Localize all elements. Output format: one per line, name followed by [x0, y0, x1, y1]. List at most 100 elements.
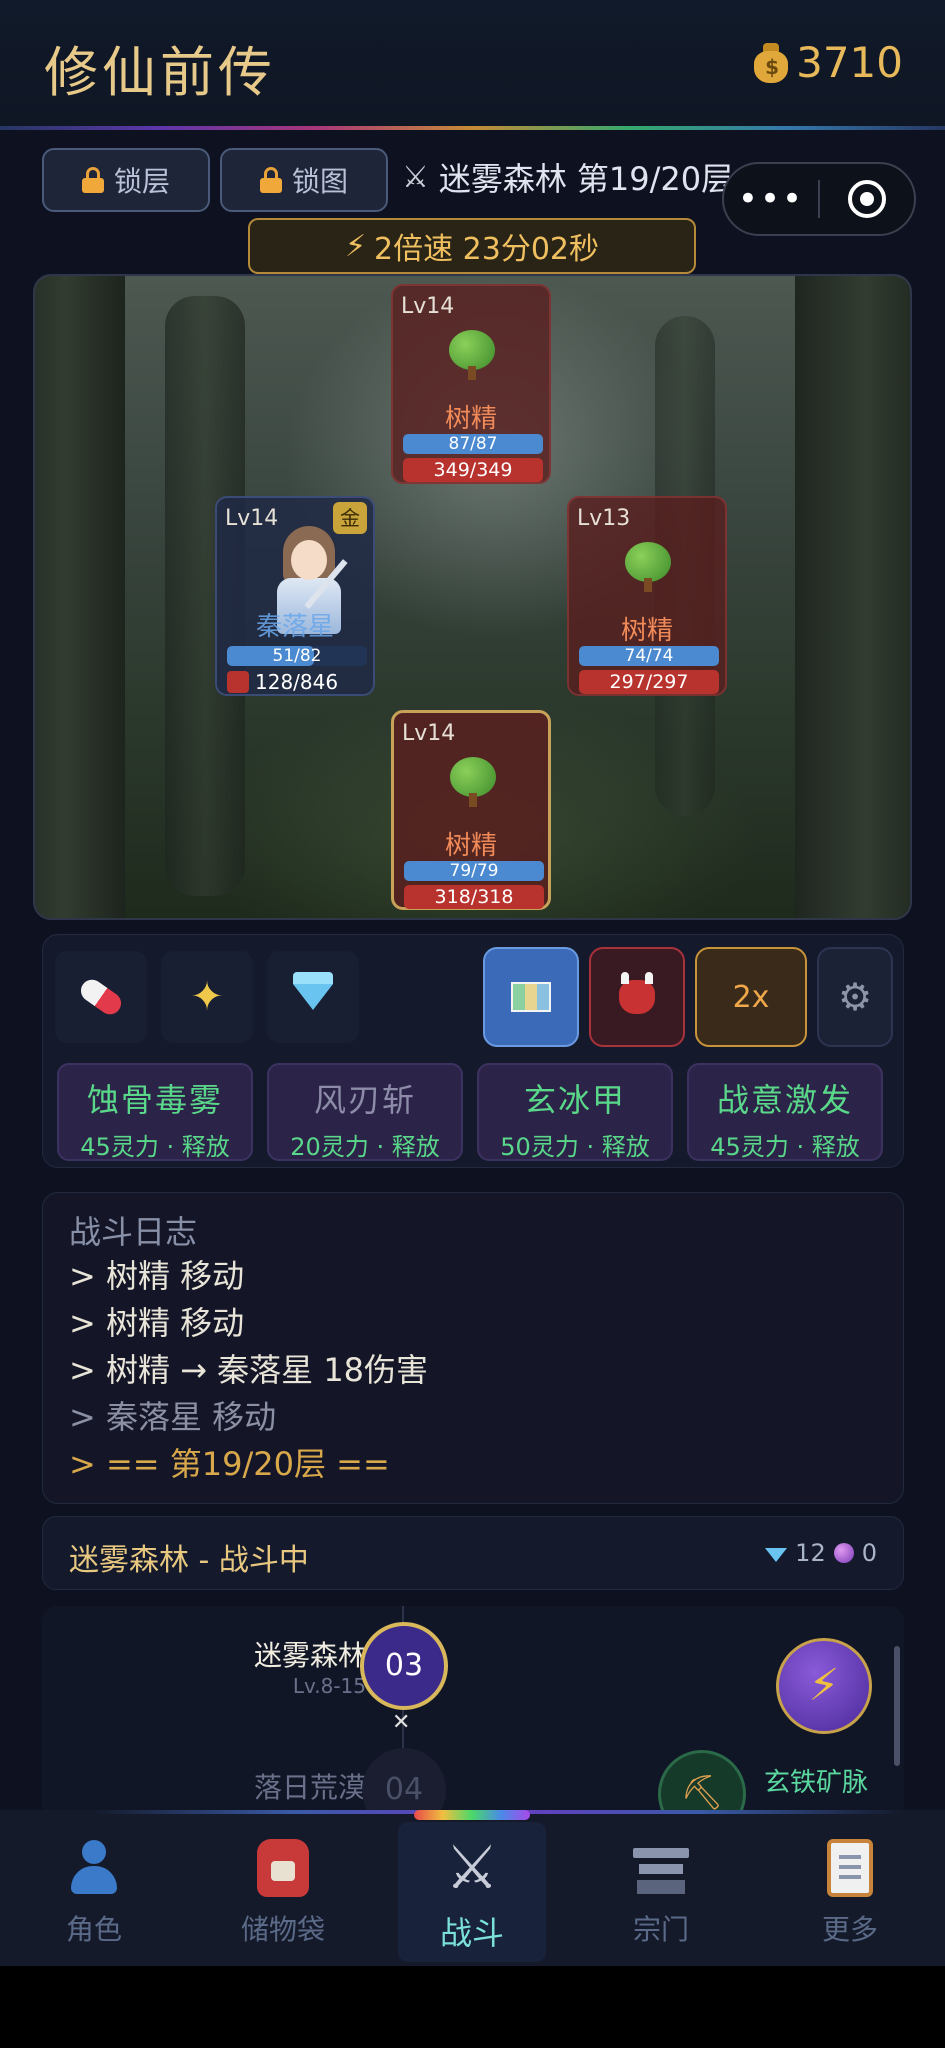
enemy-name: 树精: [444, 404, 497, 434]
hp-chip-icon: [227, 671, 249, 693]
skill-card[interactable]: 蚀骨毒雾 45灵力 · 释放: [57, 1063, 253, 1161]
header: 修仙前传 $ 3710: [0, 0, 945, 128]
lightning-icon: ⚡: [344, 228, 367, 264]
clipboard-icon: [827, 1839, 873, 1897]
stage-zone: 迷雾森林: [438, 160, 567, 198]
settings-button[interactable]: ⚙: [817, 947, 893, 1047]
app-title: 修仙前传: [44, 41, 276, 104]
enemy-card-selected[interactable]: Lv14 树精 79/79 318/318: [391, 710, 551, 910]
skill-cost: 20灵力 · 释放: [290, 1133, 440, 1161]
header-divider: [0, 126, 945, 130]
miniprogram-capsule: •••: [722, 162, 916, 236]
nav-label: 战斗: [439, 1914, 504, 1952]
hero-mp-text: 51/82: [272, 646, 322, 666]
skill-card[interactable]: 风刃斩 20灵力 · 释放: [267, 1063, 463, 1161]
nav-item-storage[interactable]: 储物袋: [213, 1834, 353, 1948]
enemy-hp-bar: 297/297: [579, 670, 719, 694]
enemy-level: Lv14: [401, 294, 455, 319]
lock-map-button[interactable]: 锁图: [220, 148, 388, 212]
zone-status-text: 迷雾森林 - 战斗中: [69, 1543, 309, 1578]
lock-icon: [81, 167, 104, 193]
skill-name: 风刃斩: [313, 1081, 416, 1119]
nav-label: 宗门: [632, 1913, 689, 1946]
crossed-swords-icon: ⚔: [402, 159, 429, 195]
bottom-nav: 角色 储物袋 ⚔ 战斗 宗门 更多: [0, 1810, 945, 1966]
skill-name: 玄冰甲: [523, 1081, 626, 1119]
more-options-icon[interactable]: •••: [724, 182, 818, 216]
nav-label: 角色: [65, 1913, 122, 1946]
demon-mask-icon: [619, 972, 655, 1014]
skill-cost: 50灵力 · 释放: [500, 1133, 650, 1161]
hero-card[interactable]: Lv14 金 秦落星 51/82 128/846: [215, 496, 375, 696]
hero-hp: 128/846: [227, 670, 338, 694]
boss-button[interactable]: [589, 947, 685, 1047]
crossed-swords-icon: ⚔: [445, 1833, 499, 1903]
lock-icon: [259, 167, 282, 193]
item-slot-pill[interactable]: [55, 951, 147, 1043]
log-line: > 树精 → 秦落星 18伤害: [69, 1351, 429, 1389]
nav-label: 更多: [821, 1913, 878, 1946]
nav-item-sect[interactable]: 宗门: [591, 1834, 731, 1948]
map-scrollbar[interactable]: [894, 1646, 900, 1766]
zone-node-next[interactable]: 04: [362, 1748, 446, 1812]
speed-toggle-button[interactable]: 2x: [695, 947, 807, 1047]
item-slot-sparkle[interactable]: ✦: [161, 951, 253, 1043]
mine-button[interactable]: ⛏: [658, 1750, 746, 1812]
enemy-mp-bar: 74/74: [579, 646, 719, 666]
enemy-name: 树精: [444, 831, 497, 861]
nav-item-more[interactable]: 更多: [780, 1834, 920, 1948]
log-line: > 秦落星 移动: [69, 1398, 277, 1436]
battle-log-title: 战斗日志: [69, 1213, 198, 1251]
enemy-hp-bar: 349/349: [403, 458, 543, 482]
coin-count: 3710: [796, 38, 903, 87]
item-slot-gem[interactable]: [267, 951, 359, 1043]
enemy-card[interactable]: Lv13 树精 74/74 297/297: [567, 496, 727, 696]
gem-count: 12: [795, 1539, 826, 1567]
speed-banner-text: 2倍速 23分02秒: [374, 232, 600, 267]
crossed-swords-icon: ✕: [392, 1710, 411, 1735]
lock-map-label: 锁图: [291, 165, 348, 198]
temple-icon: [633, 1840, 689, 1896]
pickaxe-icon: ⛏: [680, 1773, 724, 1812]
log-line: > 树精 移动: [69, 1304, 245, 1342]
crystal-ball-icon: [833, 1543, 854, 1563]
close-miniprogram-button[interactable]: [820, 180, 914, 218]
enemy-level: Lv13: [577, 506, 631, 531]
skill-name: 蚀骨毒雾: [86, 1081, 223, 1119]
nav-label: 储物袋: [240, 1913, 325, 1946]
boost-button[interactable]: ⚡: [776, 1638, 872, 1734]
enemy-level: Lv14: [402, 721, 456, 746]
skill-name: 战意激发: [716, 1081, 853, 1119]
money-bag-icon: $: [752, 41, 790, 85]
log-line: > 树精 移动: [69, 1257, 245, 1295]
lock-floor-button[interactable]: 锁层: [42, 148, 210, 212]
tree-trunk: [35, 276, 125, 918]
enemy-card[interactable]: Lv14 树精 87/87 349/349: [391, 284, 551, 484]
zone-level-range: Lv.8-15: [292, 1674, 366, 1698]
zone-node-current[interactable]: 03: [360, 1622, 448, 1710]
skill-card[interactable]: 战意激发 45灵力 · 释放: [687, 1063, 883, 1161]
diamond-icon: [765, 1548, 788, 1562]
nav-item-battle[interactable]: ⚔ 战斗: [402, 1834, 542, 1954]
target-icon: [847, 180, 886, 218]
log-line: > == 第19/20层 ==: [69, 1445, 390, 1483]
enemy-mp-bar: 79/79: [404, 861, 544, 881]
backpack-icon: [257, 1839, 309, 1897]
hero-hp-text: 128/846: [255, 670, 339, 694]
nav-item-character[interactable]: 角色: [24, 1834, 164, 1948]
coin-balance: $ 3710: [752, 38, 903, 87]
skill-card[interactable]: 玄冰甲 50灵力 · 释放: [477, 1063, 673, 1161]
hero-mp-bar: 51/82: [227, 646, 367, 666]
gear-icon: ⚙: [837, 975, 873, 1019]
zone-name-next[interactable]: 落日荒漠: [254, 1766, 366, 1806]
nav-active-indicator: [414, 1810, 530, 1820]
hero-level: Lv14: [225, 506, 279, 531]
map-button[interactable]: [483, 947, 579, 1047]
zone-map: 迷雾森林 Lv.8-15 03 ✕ 落日荒漠 04 ⚡ ⛏ 玄铁矿脉: [42, 1606, 904, 1812]
zone-status-bar: 迷雾森林 - 战斗中 12 0: [42, 1516, 904, 1590]
zone-name-current[interactable]: 迷雾森林: [254, 1634, 366, 1674]
diamond-icon: [293, 972, 333, 1010]
tree-trunk: [795, 276, 910, 918]
stage-floor: 第19/20层: [576, 160, 734, 198]
enemy-mp-bar: 87/87: [403, 434, 543, 454]
